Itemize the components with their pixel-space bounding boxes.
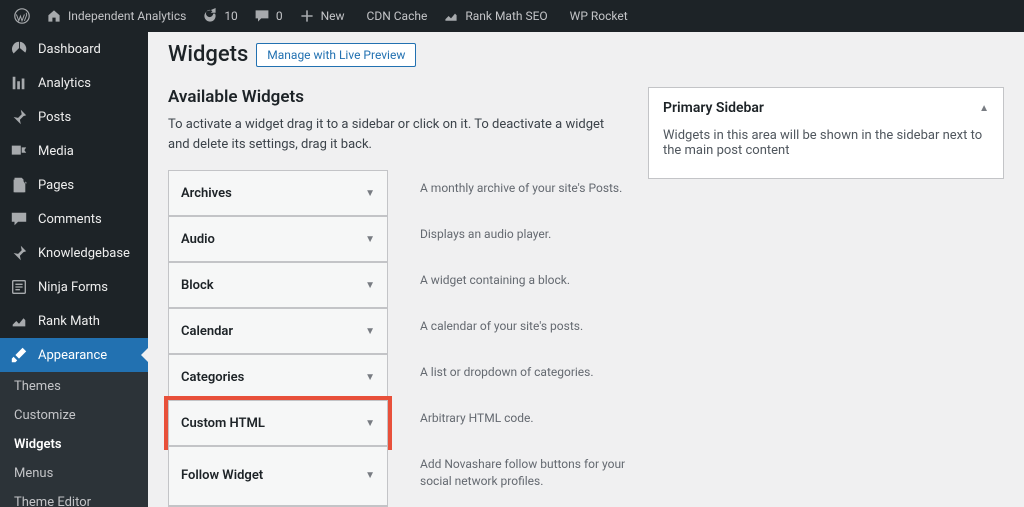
- comment-icon: [254, 8, 270, 24]
- sidebar-item-posts[interactable]: Posts: [0, 100, 148, 134]
- caret-down-icon: ▼: [365, 470, 375, 481]
- widget-description: A list or dropdown of categories.: [408, 354, 628, 400]
- widget-title: Audio: [181, 232, 215, 247]
- widget-audio[interactable]: Audio ▼: [168, 216, 388, 262]
- widget-categories[interactable]: Categories ▼: [168, 354, 388, 400]
- sidebar-item-analytics[interactable]: Analytics: [0, 66, 148, 100]
- wordpress-icon: [14, 8, 30, 24]
- widget-description: A calendar of your site's posts.: [408, 308, 628, 354]
- admin-toolbar: Independent Analytics 10 0 New CDN Cache…: [0, 0, 1024, 32]
- widget-title: Block: [181, 278, 214, 293]
- wp-logo[interactable]: [6, 0, 38, 32]
- sidebar-item-appearance[interactable]: Appearance: [0, 338, 148, 372]
- caret-down-icon: ▼: [365, 234, 375, 245]
- widget-area-title: Primary Sidebar: [663, 100, 764, 116]
- manage-live-preview-button[interactable]: Manage with Live Preview: [256, 43, 416, 67]
- widget-title: Archives: [181, 186, 232, 201]
- plus-icon: [299, 8, 315, 24]
- widget-description: Add Novashare follow buttons for your so…: [408, 446, 628, 506]
- page-title: Widgets: [168, 42, 248, 67]
- widget-description: A widget containing a block.: [408, 262, 628, 308]
- caret-down-icon: ▼: [365, 418, 375, 429]
- sidebar-item-media[interactable]: Media: [0, 134, 148, 168]
- widget-description: Displays an audio player.: [408, 216, 628, 262]
- widget-description: A monthly archive of your site's Posts.: [408, 170, 628, 216]
- widget-follow-widget[interactable]: Follow Widget ▼: [168, 446, 388, 506]
- submenu-item-customize[interactable]: Customize: [0, 401, 148, 430]
- dashboard-icon: [10, 40, 28, 58]
- site-link[interactable]: Independent Analytics: [38, 0, 194, 32]
- content-area: Widgets Manage with Live Preview Availab…: [148, 32, 1024, 507]
- caret-up-icon: ▲: [979, 103, 989, 114]
- home-icon: [46, 8, 62, 24]
- site-name: Independent Analytics: [68, 9, 186, 23]
- media-icon: [10, 142, 28, 160]
- rank-icon: [443, 8, 459, 24]
- widget-title: Categories: [181, 370, 244, 385]
- widget-archives[interactable]: Archives ▼: [168, 170, 388, 216]
- widget-custom-html[interactable]: Custom HTML ▼: [168, 400, 388, 446]
- toolbar-item-cdn[interactable]: CDN Cache: [353, 0, 436, 32]
- submenu-item-themes[interactable]: Themes: [0, 372, 148, 401]
- updates-link[interactable]: 10: [194, 0, 246, 32]
- comments-count: 0: [276, 9, 283, 23]
- pin-icon: [10, 108, 28, 126]
- new-label: New: [321, 9, 345, 23]
- sidebar-item-knowledgebase[interactable]: Knowledgebase: [0, 236, 148, 270]
- sidebar-item-ninja-forms[interactable]: Ninja Forms: [0, 270, 148, 304]
- sidebar-item-pages[interactable]: Pages: [0, 168, 148, 202]
- widget-calendar[interactable]: Calendar ▼: [168, 308, 388, 354]
- available-widgets-description: To activate a widget drag it to a sideba…: [168, 115, 628, 154]
- admin-sidebar: DashboardAnalyticsPostsMediaPagesComment…: [0, 32, 148, 507]
- toolbar-item-wprocket[interactable]: WP Rocket: [556, 0, 636, 32]
- widget-area-header[interactable]: Primary Sidebar ▲: [649, 88, 1003, 128]
- rank-icon: [10, 312, 28, 330]
- sidebar-item-comments[interactable]: Comments: [0, 202, 148, 236]
- brush-icon: [10, 346, 28, 364]
- available-widgets-heading: Available Widgets: [168, 87, 628, 107]
- submenu-item-menus[interactable]: Menus: [0, 459, 148, 488]
- caret-down-icon: ▼: [365, 280, 375, 291]
- sidebar-item-dashboard[interactable]: Dashboard: [0, 32, 148, 66]
- widget-title: Follow Widget: [181, 468, 263, 483]
- widget-area-primary-sidebar: Primary Sidebar ▲ Widgets in this area w…: [648, 87, 1004, 179]
- submenu-item-theme-editor[interactable]: Theme Editor: [0, 488, 148, 507]
- comment-icon: [10, 210, 28, 228]
- widget-title: Custom HTML: [181, 416, 265, 431]
- widget-block[interactable]: Block ▼: [168, 262, 388, 308]
- caret-down-icon: ▼: [365, 372, 375, 383]
- submenu-item-widgets[interactable]: Widgets: [0, 430, 148, 459]
- comments-link[interactable]: 0: [246, 0, 291, 32]
- caret-down-icon: ▼: [365, 188, 375, 199]
- widget-area-description: Widgets in this area will be shown in th…: [649, 128, 1003, 178]
- widget-grid: Archives ▼ A monthly archive of your site'…: [168, 170, 628, 507]
- widget-description: Arbitrary HTML code.: [408, 400, 628, 446]
- form-icon: [10, 278, 28, 296]
- widget-title: Calendar: [181, 324, 233, 339]
- sidebar-item-rank-math[interactable]: Rank Math: [0, 304, 148, 338]
- refresh-icon: [202, 8, 218, 24]
- toolbar-item-rankmath[interactable]: Rank Math SEO: [435, 0, 555, 32]
- appearance-submenu: ThemesCustomizeWidgetsMenusTheme EditorS…: [0, 372, 148, 507]
- pages-icon: [10, 176, 28, 194]
- pin-icon: [10, 244, 28, 262]
- updates-count: 10: [224, 9, 238, 23]
- new-content-link[interactable]: New: [291, 0, 353, 32]
- caret-down-icon: ▼: [365, 326, 375, 337]
- chart-icon: [10, 74, 28, 92]
